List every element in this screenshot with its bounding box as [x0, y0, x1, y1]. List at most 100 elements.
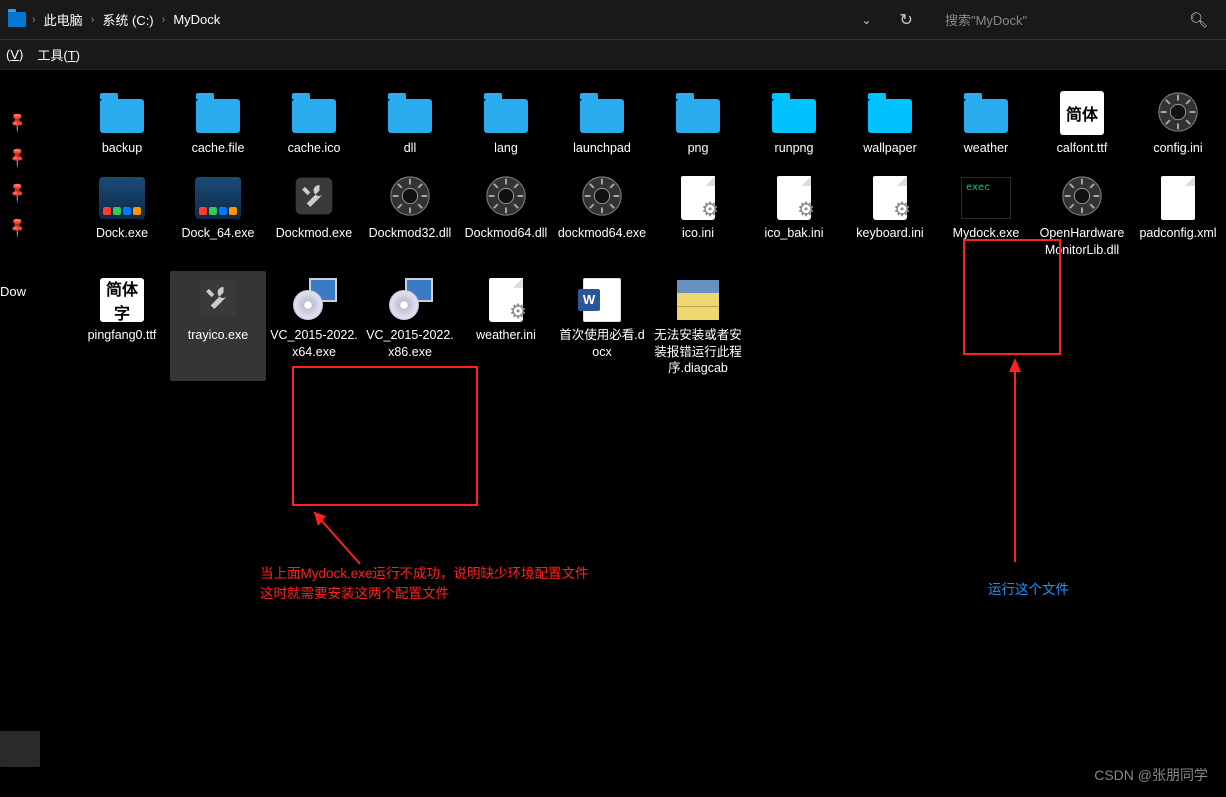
file-icon: exec — [959, 173, 1013, 223]
file-label: 首次使用必看.docx — [556, 327, 648, 361]
file-icon — [767, 173, 821, 223]
file-item[interactable]: cache.file — [170, 84, 266, 161]
file-icon — [671, 88, 725, 138]
file-item[interactable]: padconfig.xml — [1130, 169, 1226, 263]
file-item[interactable]: Dockmod32.dll — [362, 169, 458, 263]
pin-icon[interactable]: 📌 — [6, 180, 30, 204]
file-label: config.ini — [1153, 140, 1202, 157]
file-item[interactable]: ico_bak.ini — [746, 169, 842, 263]
file-label: weather.ini — [476, 327, 536, 344]
file-icon — [1055, 173, 1109, 223]
file-item[interactable]: 首次使用必看.docx — [554, 271, 650, 382]
file-item[interactable]: png — [650, 84, 746, 161]
file-icon — [671, 275, 725, 325]
file-icon — [287, 275, 341, 325]
file-icon — [479, 275, 533, 325]
file-item[interactable]: keyboard.ini — [842, 169, 938, 263]
file-icon — [575, 88, 629, 138]
file-icon — [575, 275, 629, 325]
file-item[interactable]: Dockmod64.dll — [458, 169, 554, 263]
file-item[interactable]: lang — [458, 84, 554, 161]
file-icon — [383, 173, 437, 223]
file-icon — [383, 275, 437, 325]
file-item[interactable]: VC_2015-2022.x86.exe — [362, 271, 458, 382]
file-label: 无法安装或者安装报错运行此程序.diagcab — [652, 327, 744, 378]
file-item[interactable]: VC_2015-2022.x64.exe — [266, 271, 362, 382]
file-label: runpng — [775, 140, 814, 157]
file-label: VC_2015-2022.x64.exe — [268, 327, 360, 361]
file-item[interactable]: cache.ico — [266, 84, 362, 161]
file-label: Mydock.exe — [953, 225, 1020, 242]
quick-access-pins: 📌 📌 📌 📌 — [0, 70, 36, 236]
file-label: cache.ico — [288, 140, 341, 157]
chevron-down-icon[interactable]: ⌄ — [861, 13, 871, 27]
file-label: cache.file — [192, 140, 245, 157]
chevron-right-icon: › — [32, 14, 36, 26]
file-label: pingfang0.ttf — [88, 327, 157, 344]
file-item[interactable]: dockmod64.exe — [554, 169, 650, 263]
refresh-icon[interactable]: ↻ — [900, 10, 913, 30]
breadcrumb-item[interactable]: 此电脑 — [42, 6, 85, 33]
file-icon — [767, 88, 821, 138]
file-icon — [959, 88, 1013, 138]
file-item[interactable]: wallpaper — [842, 84, 938, 161]
folder-icon — [8, 12, 26, 27]
chevron-right-icon: › — [162, 14, 166, 26]
file-item[interactable]: ico.ini — [650, 169, 746, 263]
file-item[interactable]: trayico.exe — [170, 271, 266, 382]
file-item[interactable]: 无法安装或者安装报错运行此程序.diagcab — [650, 271, 746, 382]
file-icon: 简体字 — [95, 275, 149, 325]
file-icon — [95, 173, 149, 223]
file-item[interactable]: Dockmod.exe — [266, 169, 362, 263]
file-label: Dock_64.exe — [182, 225, 255, 242]
menu-view[interactable]: (V) — [6, 47, 23, 62]
file-label: dockmod64.exe — [558, 225, 646, 242]
file-item[interactable]: backup — [74, 84, 170, 161]
file-label: lang — [494, 140, 518, 157]
file-label: backup — [102, 140, 142, 157]
watermark: CSDN @张朋同学 — [1094, 765, 1208, 785]
file-item[interactable]: weather — [938, 84, 1034, 161]
file-item[interactable]: exec Mydock.exe — [938, 169, 1034, 263]
file-label: ico_bak.ini — [764, 225, 823, 242]
file-icon: 简体 — [1055, 88, 1109, 138]
file-item[interactable]: Dock.exe — [74, 169, 170, 263]
file-icon — [191, 88, 245, 138]
file-item[interactable]: runpng — [746, 84, 842, 161]
file-label: weather — [964, 140, 1008, 157]
file-icon — [1151, 173, 1205, 223]
breadcrumb-item[interactable]: MyDock — [171, 8, 222, 31]
sidebar-fragment: Dow — [0, 284, 26, 299]
file-item[interactable]: launchpad — [554, 84, 650, 161]
file-item[interactable]: OpenHardwareMonitorLib.dll — [1034, 169, 1130, 263]
file-label: ico.ini — [682, 225, 714, 242]
file-icon — [1151, 88, 1205, 138]
breadcrumb[interactable]: › 此电脑 › 系统 (C:) › MyDock — [8, 6, 861, 33]
file-item[interactable]: config.ini — [1130, 84, 1226, 161]
pin-icon[interactable]: 📌 — [6, 145, 30, 169]
file-item[interactable]: 简体 calfont.ttf — [1034, 84, 1130, 161]
file-item[interactable]: dll — [362, 84, 458, 161]
breadcrumb-item[interactable]: 系统 (C:) — [100, 6, 155, 33]
file-icon — [479, 88, 533, 138]
file-item[interactable]: Dock_64.exe — [170, 169, 266, 263]
file-label: dll — [404, 140, 417, 157]
file-item[interactable]: 简体字 pingfang0.ttf — [74, 271, 170, 382]
scrollbar[interactable] — [0, 731, 40, 767]
file-icon — [575, 173, 629, 223]
file-label: calfont.ttf — [1057, 140, 1108, 157]
search-input[interactable]: 搜索"MyDock" — [941, 6, 1161, 33]
pin-icon[interactable]: 📌 — [6, 215, 30, 239]
file-label: Dockmod.exe — [276, 225, 352, 242]
file-icon — [863, 173, 917, 223]
address-bar: › 此电脑 › 系统 (C:) › MyDock ⌄ ↻ 搜索"MyDock" … — [0, 0, 1226, 40]
pin-icon[interactable]: 📌 — [6, 110, 30, 134]
file-icon — [287, 173, 341, 223]
search-icon[interactable]: 🔍︎ — [1189, 11, 1208, 29]
file-label: OpenHardwareMonitorLib.dll — [1036, 225, 1128, 259]
menu-tools[interactable]: 工具(T) — [37, 45, 80, 64]
chevron-right-icon: › — [91, 14, 95, 26]
file-label: keyboard.ini — [856, 225, 923, 242]
file-grid: backup cache.file cache.ico dll lang launchpa… — [74, 82, 1226, 387]
file-item[interactable]: weather.ini — [458, 271, 554, 382]
